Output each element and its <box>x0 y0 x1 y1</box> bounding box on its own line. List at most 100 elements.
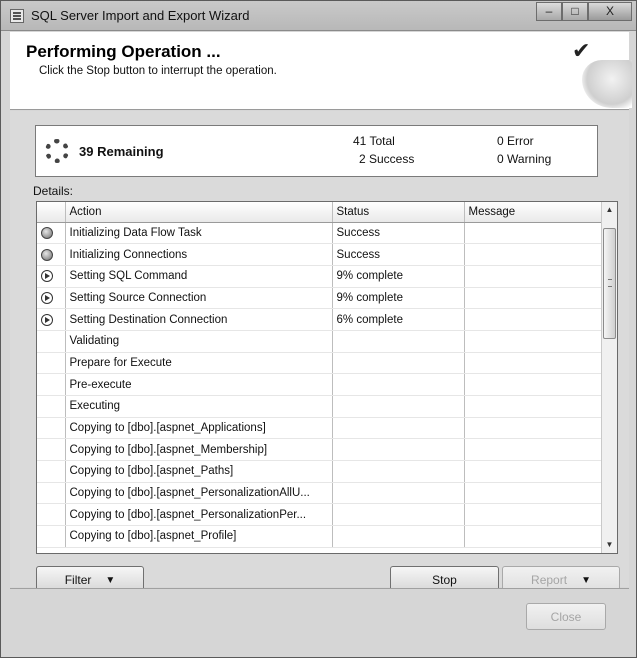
row-status: 9% complete <box>332 287 465 310</box>
row-status-icon-cell <box>37 417 66 440</box>
table-row[interactable]: Initializing Data Flow Task Success <box>37 222 604 245</box>
vertical-scrollbar[interactable]: ▲ ▼ <box>601 202 617 553</box>
close-button-label: Close <box>550 609 582 624</box>
row-message <box>464 265 604 288</box>
table-row[interactable]: Initializing Connections Success <box>37 243 604 266</box>
close-button[interactable]: Close <box>526 603 606 630</box>
stop-button-label: Stop <box>432 573 457 587</box>
row-status <box>332 330 465 353</box>
row-action: Copying to [dbo].[aspnet_Applications] <box>65 417 333 440</box>
close-window-button[interactable]: X <box>588 2 632 21</box>
row-status: Success <box>332 222 465 245</box>
success-count: 2 Success <box>359 152 415 166</box>
row-action: Copying to [dbo].[aspnet_Paths] <box>65 460 333 483</box>
scroll-up-icon[interactable]: ▲ <box>602 202 617 218</box>
row-status-icon-cell <box>37 330 66 353</box>
column-header-icon[interactable] <box>37 202 66 223</box>
success-icon <box>41 226 53 239</box>
row-message <box>464 503 604 527</box>
row-action: Setting SQL Command <box>65 265 333 288</box>
row-action: Setting Source Connection <box>65 287 333 310</box>
row-status <box>332 373 465 396</box>
row-status-icon-cell <box>37 265 66 288</box>
details-grid[interactable]: Action Status Message Initializing Data … <box>36 201 618 554</box>
table-row[interactable]: Copying to [dbo].[aspnet_Paths] <box>37 460 604 483</box>
row-message <box>464 287 604 310</box>
filter-button-label: Filter <box>64 573 92 587</box>
in-progress-icon <box>41 270 53 283</box>
row-status-icon-cell <box>37 222 66 245</box>
column-header-message[interactable]: Message <box>464 202 604 223</box>
row-status <box>332 460 465 483</box>
row-status-icon-cell <box>37 243 66 266</box>
app-icon <box>10 9 24 23</box>
row-action: Pre-execute <box>65 373 333 396</box>
total-count: 41 Total <box>353 134 395 148</box>
error-count: 0 Error <box>497 134 534 148</box>
table-row[interactable]: Setting Destination Connection 6% complet… <box>37 308 604 331</box>
table-row[interactable]: Copying to [dbo].[aspnet_Personalization… <box>37 503 604 527</box>
row-status-icon-cell <box>37 503 66 527</box>
column-header-status[interactable]: Status <box>332 202 465 223</box>
row-message <box>464 417 604 440</box>
row-message <box>464 395 604 418</box>
table-row[interactable]: Executing <box>37 395 604 418</box>
row-message <box>464 308 604 331</box>
page-subtitle: Click the Stop button to interrupt the o… <box>39 65 277 77</box>
row-status: 6% complete <box>332 308 465 331</box>
header-decoration-icon <box>582 60 632 108</box>
remaining-count: 39 Remaining <box>79 144 164 159</box>
maximize-button[interactable]: □ <box>562 2 588 21</box>
column-header-action[interactable]: Action <box>65 202 333 223</box>
row-status <box>332 417 465 440</box>
row-message <box>464 243 604 266</box>
row-action: Initializing Data Flow Task <box>65 222 333 245</box>
minimize-button[interactable]: – <box>536 2 562 21</box>
row-action: Setting Destination Connection <box>65 308 333 331</box>
table-row[interactable]: Prepare for Execute <box>37 352 604 375</box>
success-icon <box>41 248 53 261</box>
row-action: Copying to [dbo].[aspnet_Membership] <box>65 438 333 462</box>
table-row[interactable]: Validating <box>37 330 604 353</box>
report-button-label: Report <box>531 573 568 587</box>
window-title: SQL Server Import and Export Wizard <box>31 8 250 23</box>
row-status <box>332 352 465 375</box>
row-status-icon-cell <box>37 308 66 331</box>
title-bar[interactable]: SQL Server Import and Export Wizard – □ … <box>1 1 636 31</box>
chevron-down-icon: ▼ <box>581 574 591 586</box>
in-progress-icon <box>41 313 53 326</box>
row-status <box>332 438 465 462</box>
main-panel: 39 Remaining 41 Total 2 Success 0 Error … <box>10 111 629 594</box>
table-row[interactable]: Copying to [dbo].[aspnet_Personalization… <box>37 482 604 505</box>
scroll-down-icon[interactable]: ▼ <box>602 537 617 553</box>
row-status <box>332 525 465 548</box>
row-status-icon-cell <box>37 373 66 396</box>
table-row[interactable]: Pre-execute <box>37 373 604 396</box>
row-message <box>464 352 604 375</box>
row-action: Executing <box>65 395 333 418</box>
scroll-thumb[interactable] <box>603 228 616 339</box>
progress-summary: 39 Remaining 41 Total 2 Success 0 Error … <box>35 125 598 177</box>
table-row[interactable]: Copying to [dbo].[aspnet_Profile] <box>37 525 604 548</box>
row-status <box>332 482 465 505</box>
in-progress-icon <box>41 291 53 304</box>
row-action: Validating <box>65 330 333 353</box>
row-message <box>464 330 604 353</box>
row-message <box>464 525 604 548</box>
progress-spinner-icon <box>45 139 69 163</box>
row-message <box>464 482 604 505</box>
checkmark-icon: ✔ <box>572 38 591 63</box>
row-status-icon-cell <box>37 460 66 483</box>
table-row[interactable]: Copying to [dbo].[aspnet_Applications] <box>37 417 604 440</box>
row-status-icon-cell <box>37 525 66 548</box>
row-status-icon-cell <box>37 482 66 505</box>
table-row[interactable]: Setting Source Connection 9% complete <box>37 287 604 310</box>
details-table: Action Status Message Initializing Data … <box>37 202 604 548</box>
table-row[interactable]: Setting SQL Command 9% complete <box>37 265 604 288</box>
details-label: Details: <box>33 184 74 198</box>
table-row[interactable]: Copying to [dbo].[aspnet_Membership] <box>37 438 604 462</box>
row-message <box>464 373 604 396</box>
row-status-icon-cell <box>37 287 66 310</box>
table-header-row: Action Status Message <box>37 202 604 223</box>
row-status: Success <box>332 243 465 266</box>
